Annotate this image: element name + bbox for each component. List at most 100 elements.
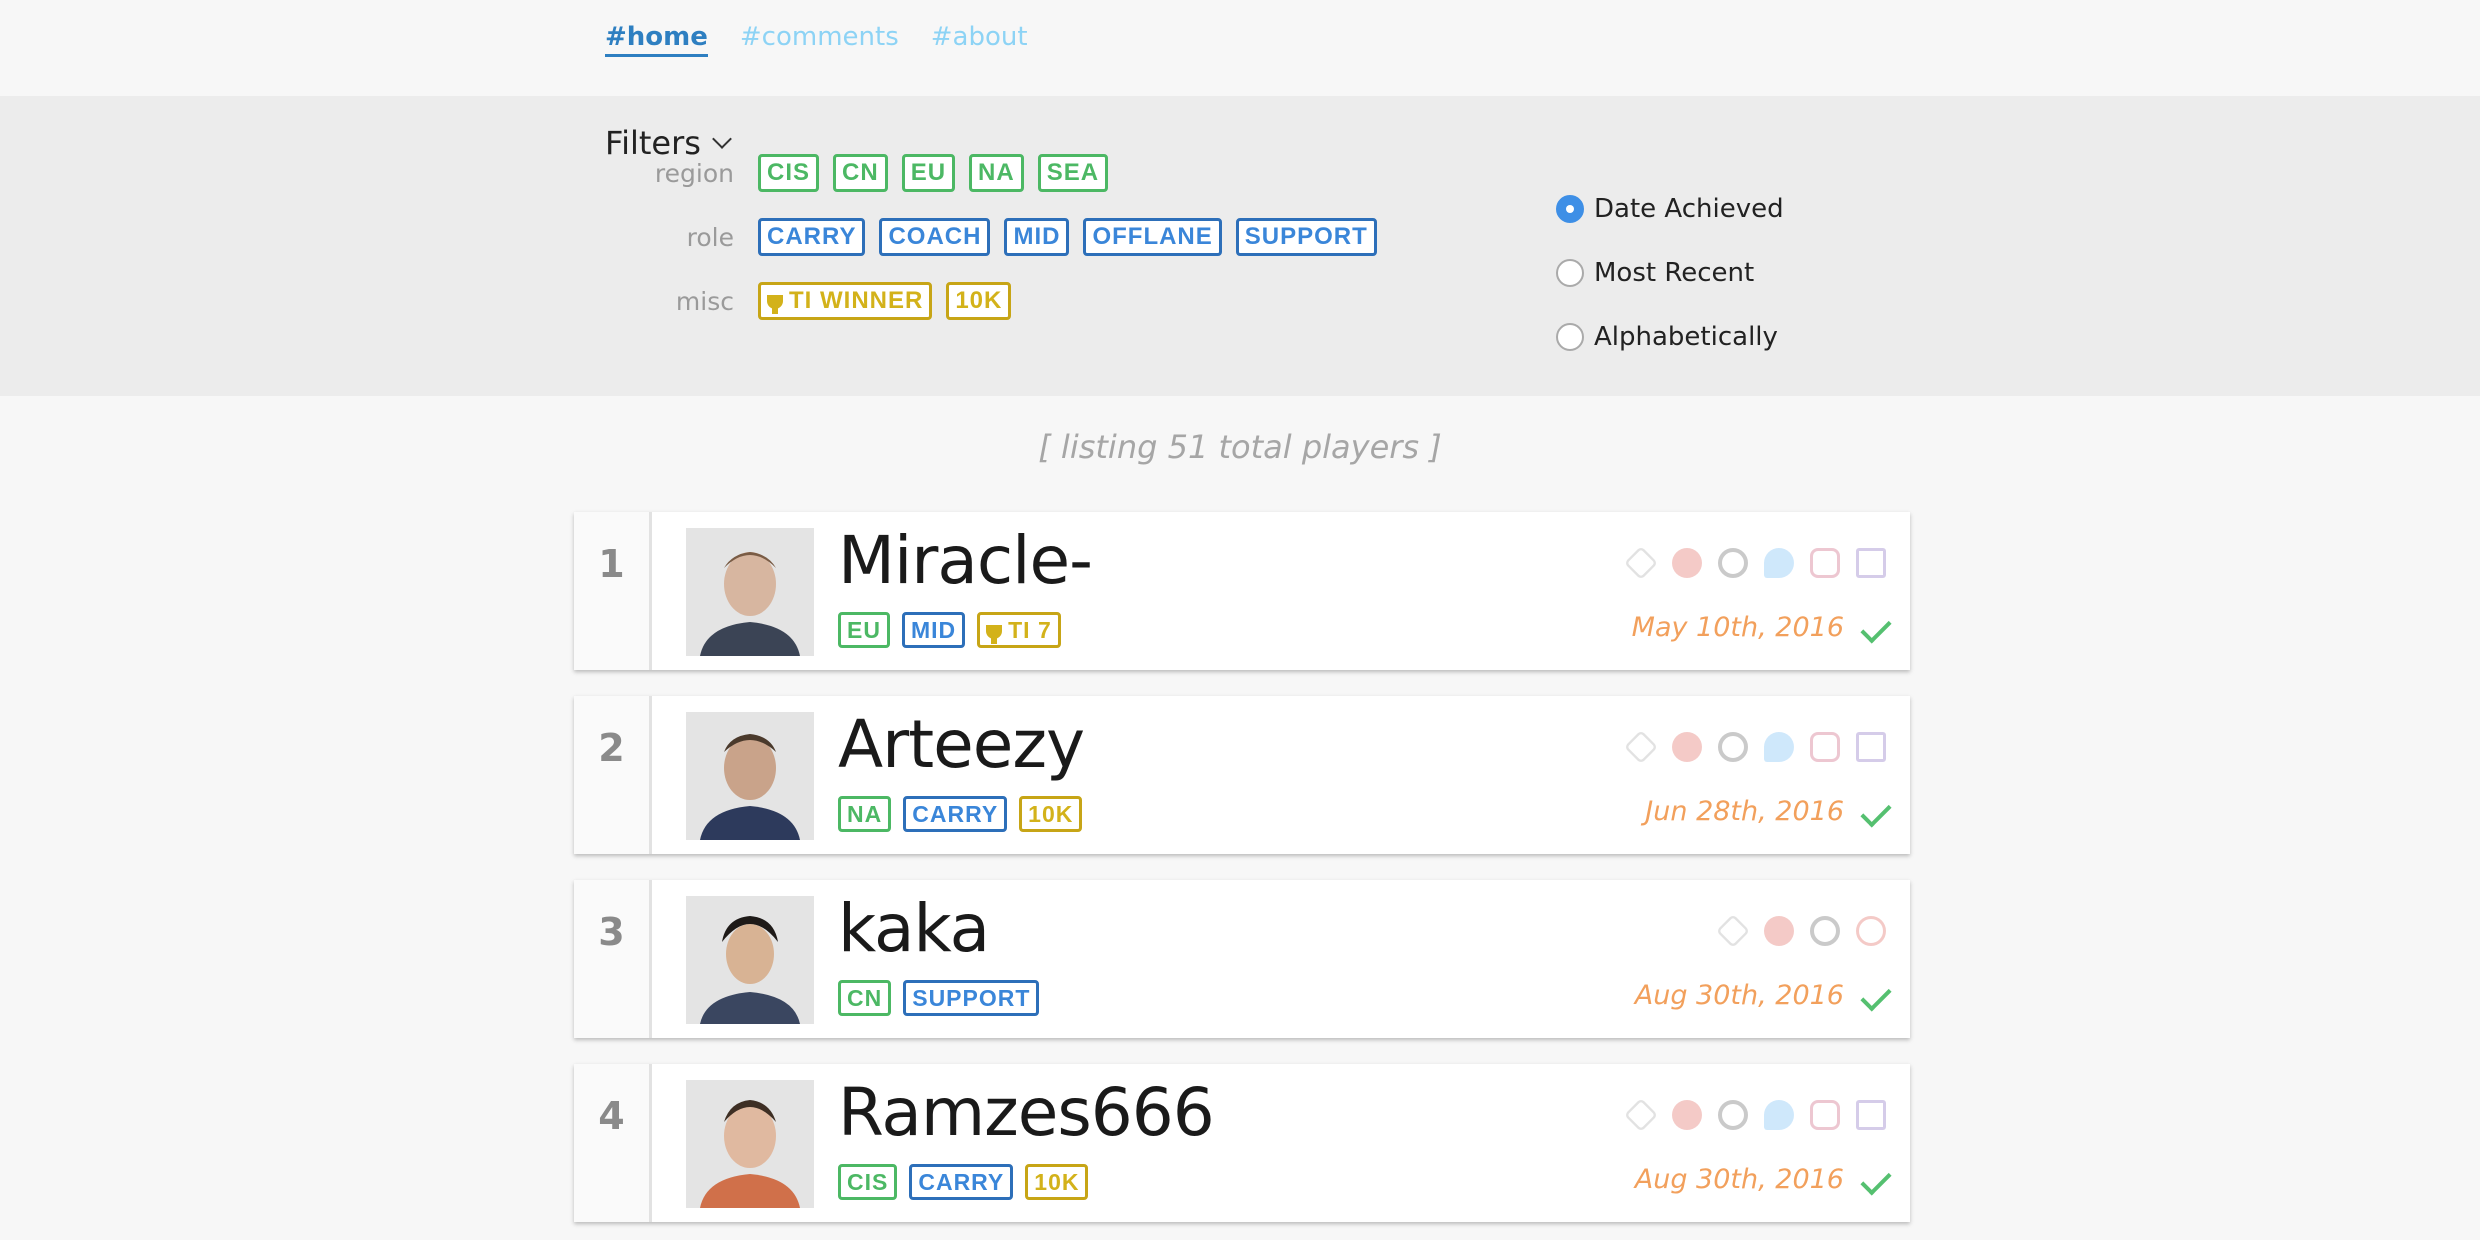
- filter-role-carry[interactable]: CARRY: [758, 218, 866, 256]
- opendota-icon[interactable]: [1718, 732, 1748, 762]
- dotabuff-icon[interactable]: [1764, 916, 1794, 946]
- filters-panel: Filters region CIS CN EU NA SEA role CAR…: [0, 96, 2480, 396]
- radio-alphabetically[interactable]: [1556, 323, 1584, 351]
- filter-role-coach[interactable]: COACH: [879, 218, 991, 256]
- filter-misc-10k[interactable]: 10K: [946, 282, 1012, 320]
- listing-count: [ listing 51 total players ]: [1038, 428, 1442, 466]
- player-misc-tag: 10K: [1025, 1164, 1089, 1200]
- misc-label: misc: [675, 286, 734, 316]
- player-rank: 3: [574, 880, 652, 1038]
- radio-date-achieved[interactable]: [1556, 195, 1584, 223]
- player-name[interactable]: kaka: [838, 890, 990, 967]
- player-card[interactable]: 1 Miracle- EU MID TI 7 May 10th, 2016: [574, 512, 1910, 670]
- player-misc-tag: TI 7: [977, 612, 1061, 648]
- filter-region-na[interactable]: NA: [969, 154, 1024, 192]
- dotabuff-icon[interactable]: [1672, 1100, 1702, 1130]
- role-filter-row: role CARRY COACH MID OFFLANE SUPPORT: [600, 218, 1391, 256]
- player-misc-tag-label: TI 7: [1008, 617, 1052, 643]
- player-card[interactable]: 4 Ramzes666 CIS CARRY 10K Aug 30th, 2016: [574, 1064, 1910, 1222]
- check-icon: [1860, 796, 1892, 828]
- player-avatar: [686, 896, 814, 1024]
- region-filter-row: region CIS CN EU NA SEA: [600, 154, 1122, 192]
- sort-option-date-achieved[interactable]: Date Achieved: [1556, 194, 1784, 224]
- nav-home-link[interactable]: #home: [605, 22, 708, 57]
- twitch-icon[interactable]: [1856, 732, 1886, 762]
- player-socials: [1624, 730, 1886, 764]
- sort-option-label: Alphabetically: [1594, 322, 1778, 352]
- player-role-tag: CARRY: [909, 1164, 1014, 1200]
- player-name[interactable]: Miracle-: [838, 522, 1093, 599]
- dotabuff-icon[interactable]: [1672, 548, 1702, 578]
- player-date: Jun 28th, 2016: [1645, 796, 1844, 827]
- trophy-icon: [767, 295, 783, 314]
- player-date: Aug 30th, 2016: [1634, 1164, 1844, 1195]
- instagram-icon[interactable]: [1810, 1100, 1840, 1130]
- filter-misc-ti-winner[interactable]: TI WINNER: [758, 282, 933, 320]
- player-tags: NA CARRY 10K: [838, 796, 1094, 832]
- twitter-icon[interactable]: [1764, 548, 1794, 578]
- top-nav: #home #comments #about: [605, 22, 1028, 57]
- player-rank: 4: [574, 1064, 652, 1222]
- sort-option-most-recent[interactable]: Most Recent: [1556, 258, 1754, 288]
- instagram-icon[interactable]: [1810, 732, 1840, 762]
- filter-region-sea[interactable]: SEA: [1037, 154, 1109, 192]
- trophy-icon: [986, 625, 1003, 644]
- dotabuff-icon[interactable]: [1672, 732, 1702, 762]
- twitter-icon[interactable]: [1764, 732, 1794, 762]
- opendota-icon[interactable]: [1810, 916, 1840, 946]
- player-rank: 1: [574, 512, 652, 670]
- twitch-icon[interactable]: [1856, 1100, 1886, 1130]
- twitter-icon[interactable]: [1764, 1100, 1794, 1130]
- player-name[interactable]: Ramzes666: [838, 1074, 1215, 1151]
- dota-icon[interactable]: [1624, 730, 1658, 764]
- opendota-icon[interactable]: [1718, 1100, 1748, 1130]
- sort-option-label: Most Recent: [1594, 258, 1755, 288]
- filter-region-cn[interactable]: CN: [833, 154, 888, 192]
- player-avatar: [686, 528, 814, 656]
- player-misc-tag: 10K: [1019, 796, 1083, 832]
- nav-comments-link[interactable]: #comments: [740, 22, 899, 57]
- player-role-tag: MID: [901, 612, 966, 648]
- player-role-tag: CARRY: [903, 796, 1008, 832]
- player-region-tag: EU: [838, 612, 890, 648]
- filter-role-support[interactable]: SUPPORT: [1235, 218, 1377, 256]
- player-role-tag: SUPPORT: [903, 980, 1040, 1016]
- player-rank: 2: [574, 696, 652, 854]
- player-tags: CIS CARRY 10K: [838, 1164, 1100, 1200]
- sort-option-label: Date Achieved: [1594, 194, 1784, 224]
- player-name[interactable]: Arteezy: [838, 706, 1085, 783]
- player-avatar: [686, 712, 814, 840]
- player-tags: EU MID TI 7: [838, 612, 1073, 648]
- player-tags: CN SUPPORT: [838, 980, 1051, 1016]
- player-region-tag: CIS: [838, 1164, 898, 1200]
- filter-region-cis[interactable]: CIS: [758, 154, 820, 192]
- filter-role-mid[interactable]: MID: [1004, 218, 1070, 256]
- filter-misc-ti-winner-label: TI WINNER: [789, 287, 924, 314]
- player-card[interactable]: 2 Arteezy NA CARRY 10K Jun 28th, 2016: [574, 696, 1910, 854]
- filter-role-offlane[interactable]: OFFLANE: [1083, 218, 1222, 256]
- dota-icon[interactable]: [1624, 546, 1658, 580]
- weibo-icon[interactable]: [1856, 916, 1886, 946]
- check-icon: [1860, 1164, 1892, 1196]
- opendota-icon[interactable]: [1718, 548, 1748, 578]
- player-card[interactable]: 3 kaka CN SUPPORT Aug 30th, 2016: [574, 880, 1910, 1038]
- player-socials: [1624, 546, 1886, 580]
- chevron-down-icon: [712, 129, 732, 149]
- twitch-icon[interactable]: [1856, 548, 1886, 578]
- sort-option-alphabetically[interactable]: Alphabetically: [1556, 322, 1778, 352]
- player-socials: [1624, 1098, 1886, 1132]
- player-date: May 10th, 2016: [1631, 612, 1844, 643]
- player-region-tag: NA: [838, 796, 892, 832]
- check-icon: [1860, 980, 1892, 1012]
- instagram-icon[interactable]: [1810, 548, 1840, 578]
- filter-region-eu[interactable]: EU: [901, 154, 956, 192]
- region-label: region: [654, 158, 734, 188]
- radio-most-recent[interactable]: [1556, 259, 1584, 287]
- player-region-tag: CN: [838, 980, 892, 1016]
- player-socials: [1716, 914, 1886, 948]
- dota-icon[interactable]: [1716, 914, 1750, 948]
- nav-about-link[interactable]: #about: [931, 22, 1028, 57]
- dota-icon[interactable]: [1624, 1098, 1658, 1132]
- check-icon: [1860, 612, 1892, 644]
- misc-filter-row: misc TI WINNER 10K: [600, 282, 1025, 320]
